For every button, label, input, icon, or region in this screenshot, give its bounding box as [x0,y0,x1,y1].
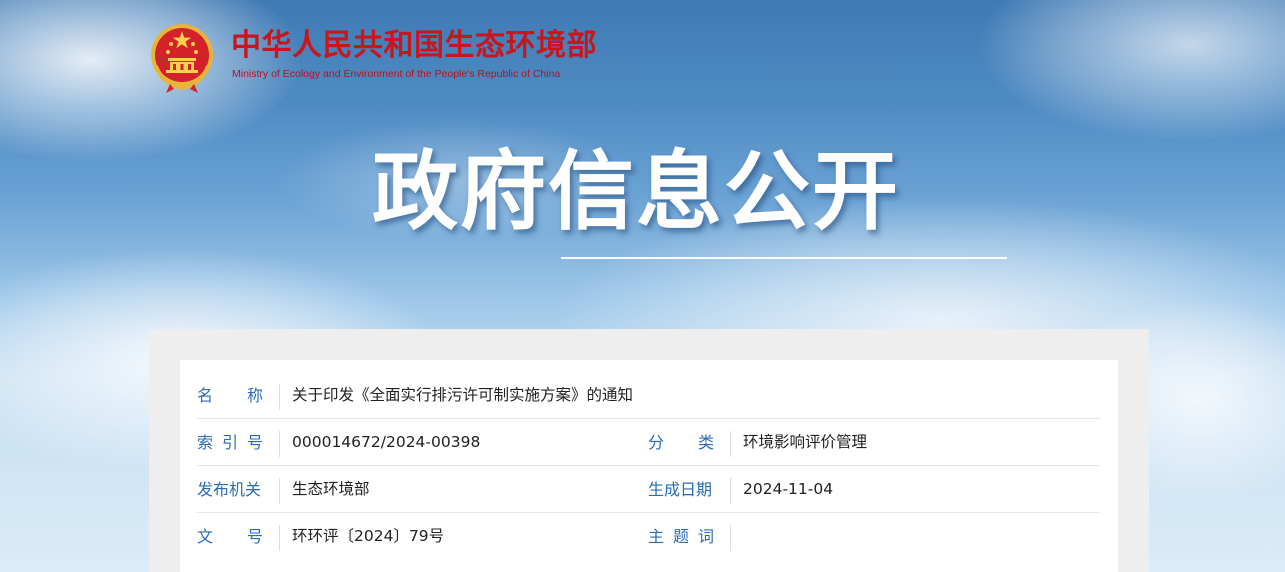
category-label: 分类 [648,433,714,452]
publisher-value: 生态环境部 [292,480,370,498]
info-row-publisher: 发布机关 生态环境部 生成日期 2024-11-04 [197,465,1100,513]
ministry-name-en[interactable]: Ministry of Ecology and Environment of t… [232,67,560,81]
divider [279,478,280,504]
divider [279,431,280,457]
divider [730,525,731,551]
divider [279,525,280,551]
index-number-label: 索引号 [197,433,263,452]
banner-title: 政府信息公开 [372,142,900,242]
name-label: 名称 [197,386,263,405]
document-number-label: 文号 [197,527,263,546]
ministry-name-cn[interactable]: 中华人民共和国生态环境部 [231,28,597,64]
national-emblem-icon[interactable] [148,22,216,94]
info-row-name: 名称 关于印发《全面实行排污许可制实施方案》的通知 [197,371,1100,419]
index-number-value: 000014672/2024-00398 [292,433,481,451]
cloud-decoration [980,0,1285,140]
info-row-index: 索引号 000014672/2024-00398 分类 环境影响评价管理 [197,418,1100,466]
publisher-label: 发布机关 [197,480,262,499]
category-value: 环境影响评价管理 [743,433,868,451]
divider [730,478,731,504]
divider [279,384,280,410]
subject-terms-label: 主题词 [648,527,714,546]
divider [730,431,731,457]
document-info-table: 名称 关于印发《全面实行排污许可制实施方案》的通知 索引号 000014672/… [180,360,1118,572]
date-label: 生成日期 [648,480,713,499]
name-value: 关于印发《全面实行排污许可制实施方案》的通知 [292,386,634,404]
banner-divider [561,257,1007,259]
date-value: 2024-11-04 [743,480,834,498]
page: 中华人民共和国生态环境部 Ministry of Ecology and Env… [0,0,1285,572]
document-number-value: 环环评〔2024〕79号 [292,527,445,545]
info-row-docno: 文号 环环评〔2024〕79号 主题词 [197,512,1100,559]
